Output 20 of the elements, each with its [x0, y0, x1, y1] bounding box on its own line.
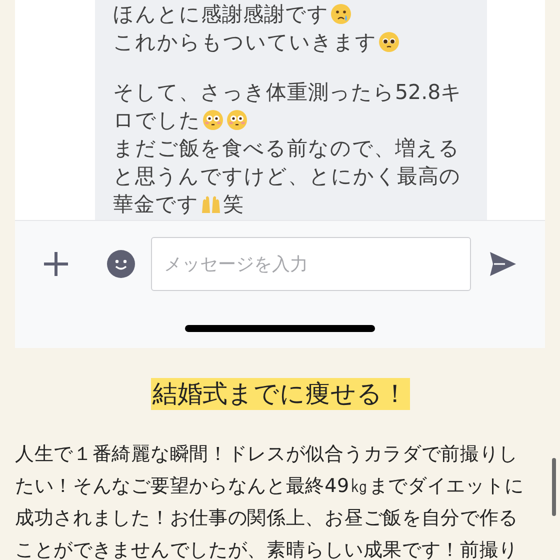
add-button[interactable]	[41, 249, 71, 279]
crying-face-icon	[330, 3, 352, 25]
message-text: これからもついていきます	[113, 29, 377, 56]
flushed-face-icon	[226, 109, 248, 131]
flushed-face-icon	[202, 109, 224, 131]
pleading-face-icon	[378, 31, 400, 53]
message-text: ロでした	[113, 107, 201, 134]
message-text: と思うんですけど、とにかく最高の	[113, 163, 461, 190]
message-text: ほんとに感謝感謝です	[113, 1, 329, 28]
section-heading: 結婚式までに痩せる！	[150, 378, 410, 410]
raised-hands-icon	[200, 193, 222, 215]
message-text: そして、さっき体重測ったら52.8キ	[113, 79, 463, 106]
message-input[interactable]: メッセージを入力	[151, 237, 471, 291]
message-text: 笑	[223, 191, 244, 218]
message-text: 華金です	[113, 191, 199, 218]
body-paragraph: 人生で１番綺麗な瞬間！ドレスが似合うカラダで前撮りしたい！そんなご要望からなんと最終49㎏までダイエットに成功されました！お仕事の関係上、お昼ご飯を自分で作ることができませんでしたが、素晴らしい成果です！前撮り	[15, 442, 525, 560]
emoji-button[interactable]	[107, 250, 135, 278]
scrollbar	[552, 458, 556, 516]
send-button[interactable]	[489, 251, 517, 277]
message-text: まだご飯を食べる前なので、増える	[113, 135, 460, 162]
